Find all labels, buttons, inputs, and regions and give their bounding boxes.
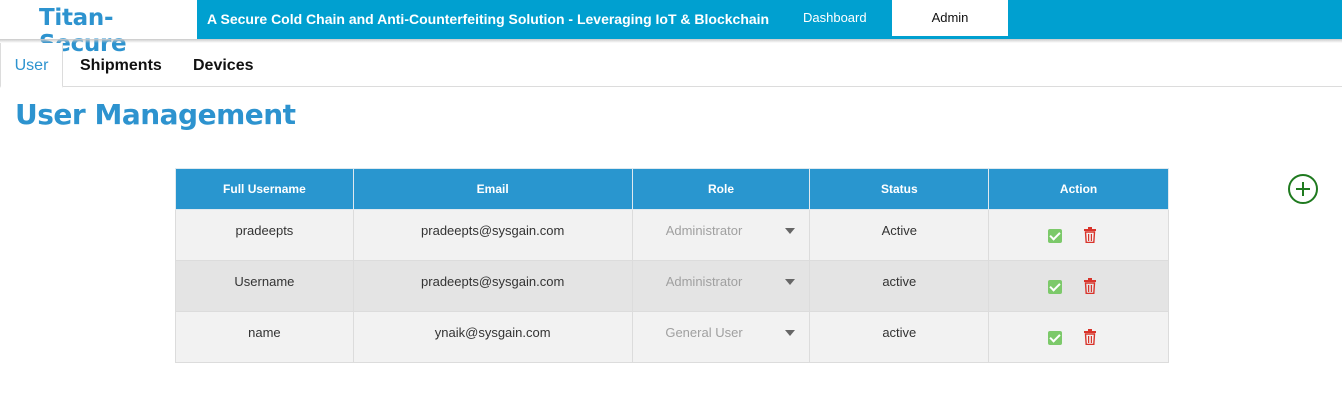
app-header: Titan-Secure A Secure Cold Chain and Ant… bbox=[0, 0, 1342, 57]
app-tagline: A Secure Cold Chain and Anti-Counterfeit… bbox=[207, 11, 770, 27]
delete-trash-icon[interactable] bbox=[1084, 278, 1097, 294]
tab-user[interactable]: User bbox=[0, 43, 63, 88]
role-select-value: Administrator bbox=[665, 223, 743, 238]
role-select[interactable]: General User bbox=[631, 311, 811, 363]
cell-actions bbox=[988, 260, 1169, 312]
cell-username: Username bbox=[175, 260, 354, 312]
table-header-row: Full Username Email Role Status Action bbox=[175, 168, 1169, 210]
cell-status: active bbox=[809, 311, 990, 363]
tab-devices[interactable]: Devices bbox=[193, 43, 254, 87]
role-select[interactable]: Administrator bbox=[631, 260, 811, 312]
add-user-button[interactable] bbox=[1288, 174, 1318, 204]
table-row: pradeepts pradeepts@sysgain.com Administ… bbox=[175, 209, 1169, 261]
nav-admin-label: Admin bbox=[931, 10, 969, 25]
cell-email: ynaik@sysgain.com bbox=[352, 311, 633, 363]
delete-trash-icon[interactable] bbox=[1084, 329, 1097, 345]
user-table: Full Username Email Role Status Action p… bbox=[175, 168, 1169, 363]
column-header-username[interactable]: Full Username bbox=[175, 168, 354, 210]
delete-trash-icon[interactable] bbox=[1084, 227, 1097, 243]
role-select-value: Administrator bbox=[665, 274, 743, 289]
cell-status: Active bbox=[809, 209, 990, 261]
cell-username: name bbox=[175, 311, 354, 363]
nav-dashboard[interactable]: Dashboard bbox=[803, 10, 867, 25]
cell-actions bbox=[988, 209, 1169, 261]
caret-down-icon bbox=[785, 279, 796, 285]
brand-box: Titan-Secure bbox=[0, 0, 197, 57]
table-row: name ynaik@sysgain.com General User acti… bbox=[175, 311, 1169, 363]
approve-check-icon[interactable] bbox=[1048, 280, 1063, 294]
cell-status: active bbox=[809, 260, 990, 312]
cell-username: pradeepts bbox=[175, 209, 354, 261]
admin-tabs: User Shipments Devices bbox=[0, 43, 1342, 88]
caret-down-icon bbox=[785, 330, 796, 336]
column-header-email[interactable]: Email bbox=[352, 168, 633, 210]
column-header-status[interactable]: Status bbox=[809, 168, 990, 210]
approve-check-icon[interactable] bbox=[1048, 229, 1063, 243]
cell-email: pradeepts@sysgain.com bbox=[352, 260, 633, 312]
cell-actions bbox=[988, 311, 1169, 363]
caret-down-icon bbox=[785, 228, 796, 234]
role-select-value: General User bbox=[665, 325, 743, 340]
nav-admin[interactable]: Admin bbox=[892, 0, 1008, 39]
tab-shipments[interactable]: Shipments bbox=[80, 43, 162, 87]
column-header-role[interactable]: Role bbox=[631, 168, 811, 210]
cell-email: pradeepts@sysgain.com bbox=[352, 209, 633, 261]
column-header-action: Action bbox=[988, 168, 1169, 210]
table-row: Username pradeepts@sysgain.com Administr… bbox=[175, 260, 1169, 312]
role-select[interactable]: Administrator bbox=[631, 209, 811, 261]
approve-check-icon[interactable] bbox=[1048, 331, 1063, 345]
page-title: User Management bbox=[15, 98, 296, 131]
